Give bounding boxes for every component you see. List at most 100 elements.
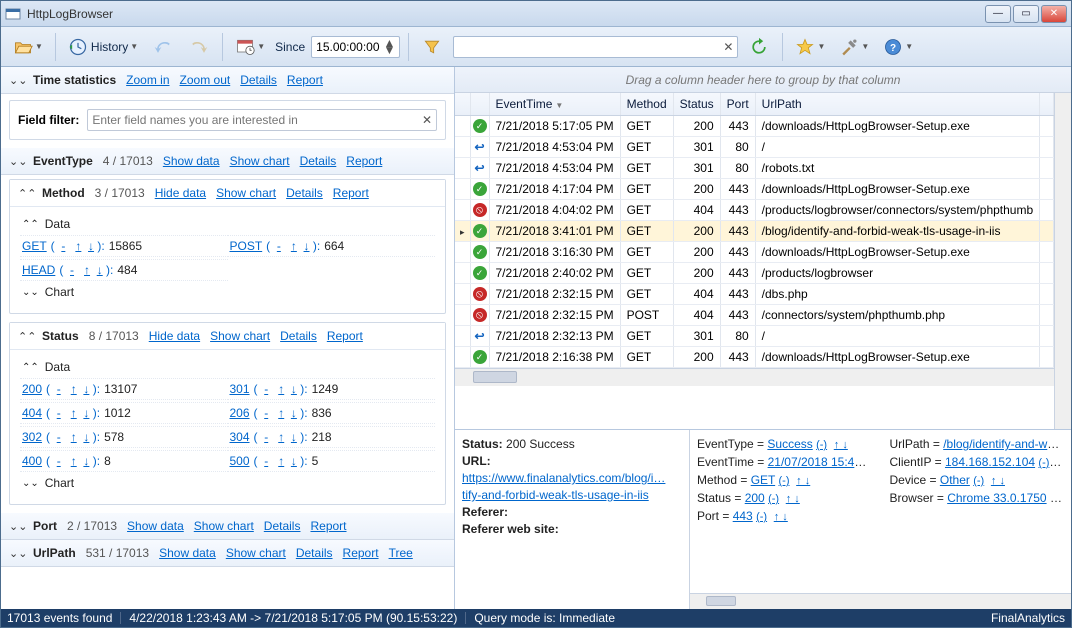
op-minus[interactable]: - [57, 430, 61, 444]
show-data-link[interactable]: Show data [163, 154, 220, 168]
column-header[interactable] [455, 93, 470, 115]
zoom-out-link[interactable]: Zoom out [180, 73, 231, 87]
details-link[interactable]: Details [240, 73, 277, 87]
op-down[interactable]: ↓ [83, 406, 89, 420]
op-minus[interactable]: - [70, 263, 74, 277]
facet-label[interactable]: GET [22, 239, 47, 253]
details-link[interactable]: Details [300, 154, 337, 168]
table-row[interactable]: 7/21/2018 2:32:15 PMPOST404443/connector… [455, 304, 1054, 325]
facet-label[interactable]: 500 [230, 454, 250, 468]
detail-value-link[interactable]: /blog/identify-and-weak-tls-usage-in-iis [943, 437, 1064, 451]
op-up[interactable]: ↑ [71, 382, 77, 396]
detail-value-link[interactable]: 443 [733, 509, 753, 523]
op-arrows[interactable]: ↑ ↓ [774, 511, 788, 523]
table-row[interactable]: 7/21/2018 3:41:01 PMGET200443/blog/ident… [455, 220, 1054, 241]
op-up[interactable]: ↑ [71, 454, 77, 468]
column-header[interactable]: UrlPath [755, 93, 1039, 115]
collapse-icon[interactable]: ⌄⌄ [9, 155, 23, 168]
table-row[interactable]: 7/21/2018 4:04:02 PMGET404443/products/l… [455, 199, 1054, 220]
chart-subheader[interactable]: ⌄⌄Chart [22, 476, 435, 490]
table-row[interactable]: 7/21/2018 3:16:30 PMGET200443/downloads/… [455, 241, 1054, 262]
grid-vertical-scrollbar[interactable] [1054, 93, 1071, 429]
op-up[interactable]: ↑ [71, 430, 77, 444]
facet-value[interactable]: GET ( - ↑ ↓ ): 15865 [20, 235, 228, 257]
facet-value[interactable]: 500 ( - ↑ ↓ ): 5 [228, 450, 436, 472]
op-minus[interactable]: (-) [756, 511, 767, 523]
op-down[interactable]: ↓ [291, 430, 297, 444]
table-row[interactable]: 7/21/2018 4:53:04 PMGET30180/robots.txt [455, 157, 1054, 178]
minimize-button[interactable]: — [985, 5, 1011, 23]
facet-label[interactable]: 200 [22, 382, 42, 396]
op-minus[interactable]: - [264, 406, 268, 420]
op-minus[interactable]: - [57, 382, 61, 396]
hide-data-link[interactable]: Hide data [149, 329, 200, 343]
collapse-icon[interactable]: ⌄⌄ [9, 520, 23, 533]
row-selector[interactable] [455, 178, 470, 199]
facet-value[interactable]: 206 ( - ↑ ↓ ): 836 [228, 402, 436, 424]
chart-subheader[interactable]: ⌄⌄Chart [22, 285, 435, 299]
log-grid[interactable]: EventTime▼MethodStatusPortUrlPath 7/21/2… [455, 93, 1054, 429]
collapse-icon[interactable]: ⌄⌄ [9, 74, 23, 87]
expand-icon[interactable]: ⌃⌃ [18, 187, 32, 200]
op-arrows[interactable]: ↑ ↓ [834, 439, 848, 451]
op-up[interactable]: ↑ [278, 382, 284, 396]
row-selector[interactable] [455, 241, 470, 262]
tree-link[interactable]: Tree [389, 546, 413, 560]
help-button[interactable]: ? ▼ [879, 32, 917, 62]
op-minus[interactable]: (-) [816, 439, 827, 451]
facet-value[interactable]: 200 ( - ↑ ↓ ): 13107 [20, 378, 228, 400]
details-horizontal-scrollbar[interactable] [690, 593, 1071, 609]
op-down[interactable]: ↓ [291, 406, 297, 420]
zoom-in-link[interactable]: Zoom in [126, 73, 169, 87]
op-minus[interactable]: - [277, 239, 281, 253]
column-header[interactable] [470, 93, 489, 115]
panel-eventtype[interactable]: ⌄⌄ EventType 4 / 17013 Show data Show ch… [1, 148, 454, 174]
show-chart-link[interactable]: Show chart [230, 154, 290, 168]
row-selector[interactable] [455, 157, 470, 178]
op-up[interactable]: ↑ [84, 263, 90, 277]
row-selector[interactable] [455, 262, 470, 283]
clear-input-icon[interactable]: ✕ [422, 113, 432, 127]
left-panel-scroll[interactable]: ⌄⌄ Time statistics Zoom in Zoom out Deta… [1, 67, 454, 609]
facet-label[interactable]: 404 [22, 406, 42, 420]
report-link[interactable]: Report [333, 186, 369, 200]
facet-value[interactable]: 400 ( - ↑ ↓ ): 8 [20, 450, 228, 472]
facet-value[interactable]: 302 ( - ↑ ↓ ): 578 [20, 426, 228, 448]
op-arrows[interactable]: ↑ ↓ [991, 475, 1005, 487]
details-link[interactable]: Details [296, 546, 333, 560]
detail-value-link[interactable]: 184.168.152.104 [945, 455, 1035, 469]
op-minus[interactable]: - [264, 430, 268, 444]
open-button[interactable]: ▼ [9, 32, 47, 62]
table-row[interactable]: 7/21/2018 2:32:15 PMGET404443/dbs.php [455, 283, 1054, 304]
column-header[interactable]: Method [620, 93, 673, 115]
column-header[interactable]: Status [673, 93, 720, 115]
facet-label[interactable]: 206 [230, 406, 250, 420]
table-row[interactable]: 7/21/2018 4:53:04 PMGET30180/ [455, 136, 1054, 157]
report-link[interactable]: Report [310, 519, 346, 533]
maximize-button[interactable]: ▭ [1013, 5, 1039, 23]
op-arrows[interactable]: ↑ ↓ [786, 493, 800, 505]
tools-button[interactable]: ▼ [835, 32, 873, 62]
report-link[interactable]: Report [346, 154, 382, 168]
facet-value[interactable]: POST ( - ↑ ↓ ): 664 [228, 235, 436, 257]
facet-value[interactable]: HEAD ( - ↑ ↓ ): 484 [20, 259, 228, 281]
detail-value-link[interactable]: GET [751, 473, 775, 487]
op-minus[interactable]: - [264, 454, 268, 468]
table-row[interactable]: 7/21/2018 2:32:13 PMGET30180/ [455, 325, 1054, 346]
row-selector[interactable] [455, 325, 470, 346]
details-link[interactable]: Details [286, 186, 323, 200]
search-input[interactable] [458, 40, 723, 54]
op-down[interactable]: ↓ [291, 454, 297, 468]
detail-value-link[interactable]: Chrome 33.0.1750 [947, 491, 1046, 505]
detail-value-link[interactable]: 200 [745, 491, 765, 505]
show-chart-link[interactable]: Show chart [216, 186, 276, 200]
op-minus[interactable]: (-) [973, 475, 984, 487]
op-up[interactable]: ↑ [278, 406, 284, 420]
facet-label[interactable]: POST [230, 239, 263, 253]
detail-value-link[interactable]: Other [940, 473, 970, 487]
refresh-button[interactable] [744, 32, 774, 62]
op-down[interactable]: ↓ [83, 430, 89, 444]
op-minus[interactable]: - [61, 239, 65, 253]
table-row[interactable]: 7/21/2018 2:16:38 PMGET200443/downloads/… [455, 346, 1054, 367]
close-button[interactable]: ✕ [1041, 5, 1067, 23]
